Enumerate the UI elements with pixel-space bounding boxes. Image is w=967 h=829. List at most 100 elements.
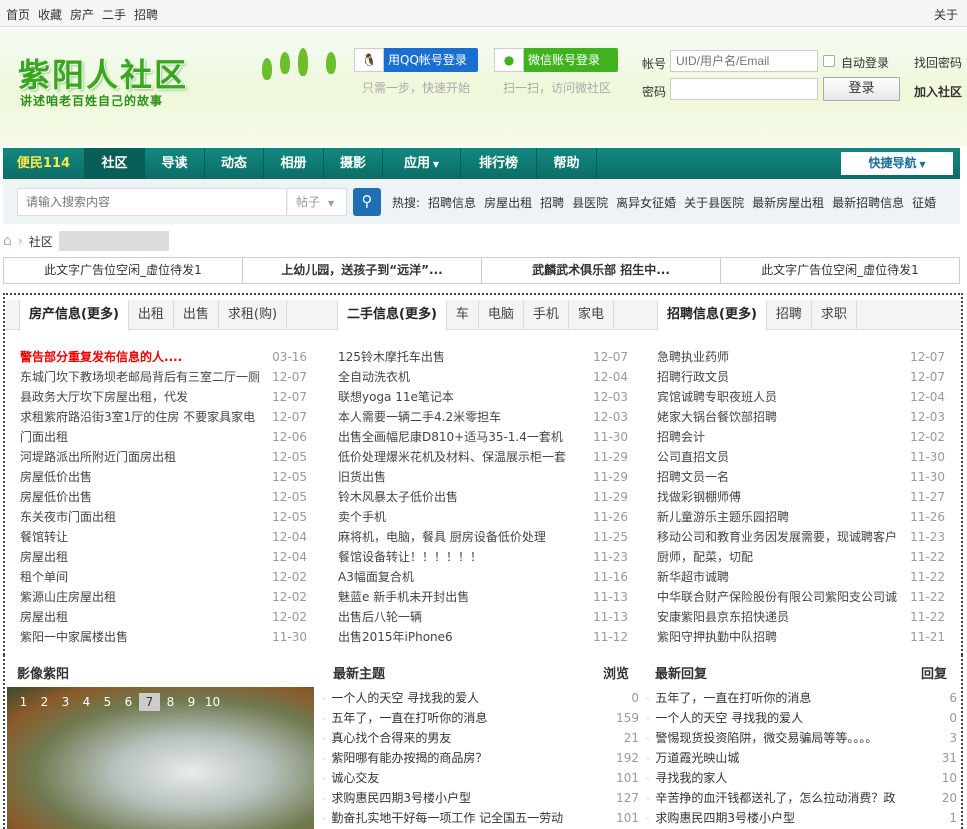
item-title[interactable]: 县政务大厅坎下房屋出租，代发 — [20, 387, 188, 407]
join-link[interactable]: 加入社区 — [914, 83, 962, 100]
thread-title-text[interactable]: 诚心交友 — [331, 771, 379, 785]
nav-item-ranking[interactable]: 排行榜 — [461, 148, 537, 179]
slideshow-page-button[interactable]: 7 — [139, 693, 160, 711]
tab[interactable]: 出售 — [174, 300, 219, 329]
thread-item[interactable]: ◦ 一个人的天空 寻找我的爱人 0 — [645, 708, 957, 728]
tab[interactable]: 二手信息(更多) — [337, 300, 447, 331]
thread-title-text[interactable]: 一个人的天空 寻找我的爱人 — [331, 691, 479, 705]
top-link-house[interactable]: 房产 — [70, 6, 94, 23]
slideshow-page-button[interactable]: 4 — [76, 693, 97, 711]
nav-item-apps[interactable]: 应用 ▼ — [383, 148, 461, 179]
list-item[interactable]: 125铃木摩托车出售 12-07 — [338, 347, 628, 367]
text-ad[interactable]: 此文字广告位空闲_虚位待发1 — [721, 258, 959, 283]
list-item[interactable]: 招聘文员一名 11-30 — [657, 467, 945, 487]
list-item[interactable]: 紫源山庄房屋出租 12-02 — [20, 587, 307, 607]
search-button[interactable]: ⚲ — [353, 188, 381, 216]
list-item[interactable]: 出售全画幅尼康D810+适马35-1.4一套机 11-30 — [338, 427, 628, 447]
home-icon[interactable]: ⌂ — [3, 233, 12, 249]
item-title[interactable]: 紫源山庄房屋出租 — [20, 587, 116, 607]
thread-item[interactable]: ◦ 紫阳哪有能办按揭的商品房？ 192 — [321, 748, 639, 768]
item-title[interactable]: 全自动洗衣机 — [338, 367, 410, 387]
list-item[interactable]: 餐馆转让 12-04 — [20, 527, 307, 547]
list-item[interactable]: 租个单间 12-02 — [20, 567, 307, 587]
list-item[interactable]: 招聘行政文员 12-07 — [657, 367, 945, 387]
thread-title[interactable]: ◦ 求购惠民四期3号楼小户型 — [321, 788, 471, 808]
list-item[interactable]: 房屋低价出售 12-05 — [20, 487, 307, 507]
text-ad[interactable]: 此文字广告位空闲_虚位待发1 — [4, 258, 243, 283]
item-title[interactable]: 找做彩钢棚师傅 — [657, 487, 741, 507]
search-type-select[interactable]: 帖子 ▼ — [287, 188, 347, 216]
hot-search-link[interactable]: 房屋出租 — [484, 194, 532, 211]
text-ad[interactable]: 上幼儿园，送孩子到“远洋”... — [243, 258, 482, 283]
thread-title[interactable]: ◦ 求购惠民四期3号楼小户型 — [645, 808, 795, 828]
item-title[interactable]: 安康紫阳县京东招快递员 — [657, 607, 789, 627]
quick-nav-button[interactable]: 快捷导航 ▼ — [841, 152, 953, 175]
thread-item[interactable]: ◦ 五年了，一直在打听你的消息 6 — [645, 688, 957, 708]
list-item[interactable]: 宾馆诚聘专职夜班人员 12-04 — [657, 387, 945, 407]
thread-item[interactable]: ◦ 勤奋扎实地干好每一项工作 记全国五一劳动 101 — [321, 808, 639, 828]
hot-search-link[interactable]: 最新房屋出租 — [752, 194, 824, 211]
tab[interactable]: 车 — [447, 300, 479, 329]
thread-title-text[interactable]: 寻找我的家人 — [655, 771, 727, 785]
find-password-link[interactable]: 找回密码 — [914, 54, 962, 71]
site-logo[interactable]: 紫阳人社区 — [18, 50, 188, 96]
list-item[interactable]: 房屋出租 12-04 — [20, 547, 307, 567]
item-title[interactable]: 警告部分重复发布信息的人.... — [20, 347, 182, 367]
text-ad[interactable]: 武麟武术俱乐部 招生中... — [482, 258, 721, 283]
list-item[interactable]: 姥家大锅台餐饮部招聘 12-03 — [657, 407, 945, 427]
list-item[interactable]: 厨师，配菜，切配 11-22 — [657, 547, 945, 567]
breadcrumb-community[interactable]: 社区 — [29, 233, 53, 250]
item-title[interactable]: 门面出租 — [20, 427, 68, 447]
item-title[interactable]: 招聘文员一名 — [657, 467, 729, 487]
item-title[interactable]: 房屋出租 — [20, 607, 68, 627]
wechat-login-button[interactable]: ● 微信账号登录 — [494, 48, 618, 72]
nav-item-community[interactable]: 社区 — [85, 148, 145, 179]
item-title[interactable]: 出售后八轮一辆 — [338, 607, 422, 627]
list-item[interactable]: 餐馆设备转让！！！！！！ 11-23 — [338, 547, 628, 567]
auto-login-checkbox[interactable] — [823, 55, 835, 67]
item-title[interactable]: 宾馆诚聘专职夜班人员 — [657, 387, 777, 407]
list-item[interactable]: 急聘执业药师 12-07 — [657, 347, 945, 367]
tab[interactable]: 手机 — [524, 300, 569, 329]
thread-item[interactable]: ◦ 求购惠民四期3号楼小户型 1 — [645, 808, 957, 828]
item-title[interactable]: 租个单间 — [20, 567, 68, 587]
thread-title-text[interactable]: 五年了，一直在打听你的消息 — [655, 691, 811, 705]
thread-title-text[interactable]: 一个人的天空 寻找我的爱人 — [655, 711, 803, 725]
tab[interactable]: 家电 — [569, 300, 614, 329]
item-title[interactable]: 旧货出售 — [338, 467, 386, 487]
item-title[interactable]: 房屋低价出售 — [20, 467, 92, 487]
list-item[interactable]: 旧货出售 11-29 — [338, 467, 628, 487]
thread-title-text[interactable]: 真心找个合得来的男友 — [331, 731, 451, 745]
thread-title[interactable]: ◦ 五年了，一直在打听你的消息 — [321, 708, 487, 728]
item-title[interactable]: 餐馆转让 — [20, 527, 68, 547]
thread-title-text[interactable]: 勤奋扎实地干好每一项工作 记全国五一劳动 — [331, 811, 563, 825]
item-title[interactable]: 紫阳守押执勤中队招聘 — [657, 627, 777, 647]
list-item[interactable]: 新儿童游乐主题乐园招聘 11-26 — [657, 507, 945, 527]
thread-title-text[interactable]: 五年了，一直在打听你的消息 — [331, 711, 487, 725]
item-title[interactable]: 铃木风暴太子低价出售 — [338, 487, 458, 507]
hot-search-link[interactable]: 招聘信息 — [428, 194, 476, 211]
tab[interactable]: 电脑 — [479, 300, 524, 329]
thread-item[interactable]: ◦ 诚心交友 101 — [321, 768, 639, 788]
slideshow-page-button[interactable]: 1 — [13, 693, 34, 711]
top-link-jobs[interactable]: 招聘 — [134, 6, 158, 23]
qq-login-button[interactable]: 🐧 用QQ帐号登录 — [354, 48, 478, 72]
list-item[interactable]: 出售2015年iPhone6 11-12 — [338, 627, 628, 647]
list-item[interactable]: 麻将机，电脑，餐具 厨房设备低价处理 11-25 — [338, 527, 628, 547]
list-item[interactable]: 房屋出租 12-02 — [20, 607, 307, 627]
item-title[interactable]: 急聘执业药师 — [657, 347, 729, 367]
list-item[interactable]: 出售后八轮一辆 11-13 — [338, 607, 628, 627]
item-title[interactable]: 厨师，配菜，切配 — [657, 547, 753, 567]
item-title[interactable]: 移动公司和教育业务因发展需要，现诚聘客户 — [657, 527, 897, 547]
list-item[interactable]: 卖个手机 11-26 — [338, 507, 628, 527]
list-item[interactable]: 东城门坎下教场坝老邮局背后有三室二厅一厕 12-07 — [20, 367, 307, 387]
list-item[interactable]: 县政务大厅坎下房屋出租，代发 12-07 — [20, 387, 307, 407]
list-item[interactable]: 求租紫府路沿街3室1厅的住房 不要家具家电 12-07 — [20, 407, 307, 427]
thread-title-text[interactable]: 紫阳哪有能办按揭的商品房？ — [331, 751, 487, 765]
list-item[interactable]: 门面出租 12-06 — [20, 427, 307, 447]
tab[interactable]: 招聘 — [767, 300, 812, 329]
tab[interactable]: 房产信息(更多) — [19, 300, 129, 331]
thread-title[interactable]: ◦ 真心找个合得来的男友 — [321, 728, 451, 748]
hot-search-link[interactable]: 离异女征婚 — [616, 194, 676, 211]
slideshow-page-button[interactable]: 8 — [160, 693, 181, 711]
